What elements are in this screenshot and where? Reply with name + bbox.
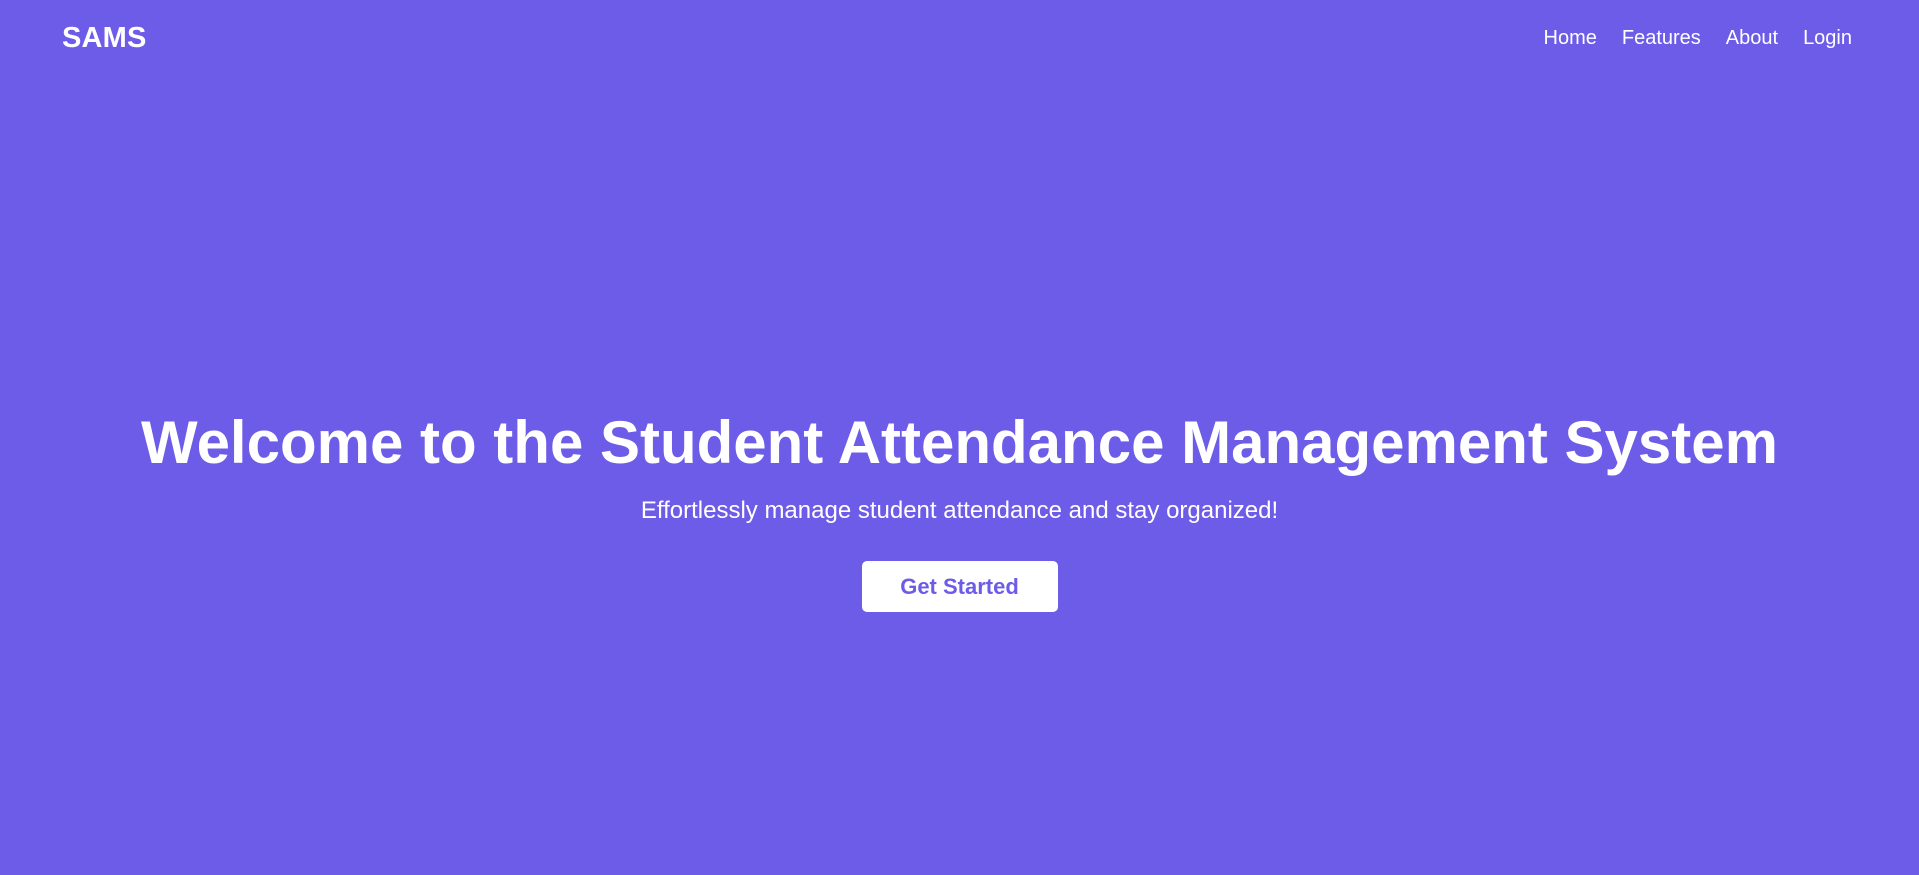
nav-link-home[interactable]: Home — [1544, 27, 1597, 50]
hero-section: Welcome to the Student Attendance Manage… — [0, 395, 1919, 612]
hero-title: Welcome to the Student Attendance Manage… — [141, 409, 1778, 476]
nav-links: Home Features About Login — [1544, 27, 1853, 50]
navbar: SAMS Home Features About Login — [0, 0, 1919, 76]
brand-logo[interactable]: SAMS — [62, 22, 147, 55]
nav-link-features[interactable]: Features — [1622, 27, 1701, 50]
hero-subtitle: Effortlessly manage student attendance a… — [640, 497, 1279, 524]
get-started-button[interactable]: Get Started — [861, 561, 1058, 612]
nav-link-login[interactable]: Login — [1803, 27, 1852, 50]
nav-link-about[interactable]: About — [1726, 27, 1778, 50]
